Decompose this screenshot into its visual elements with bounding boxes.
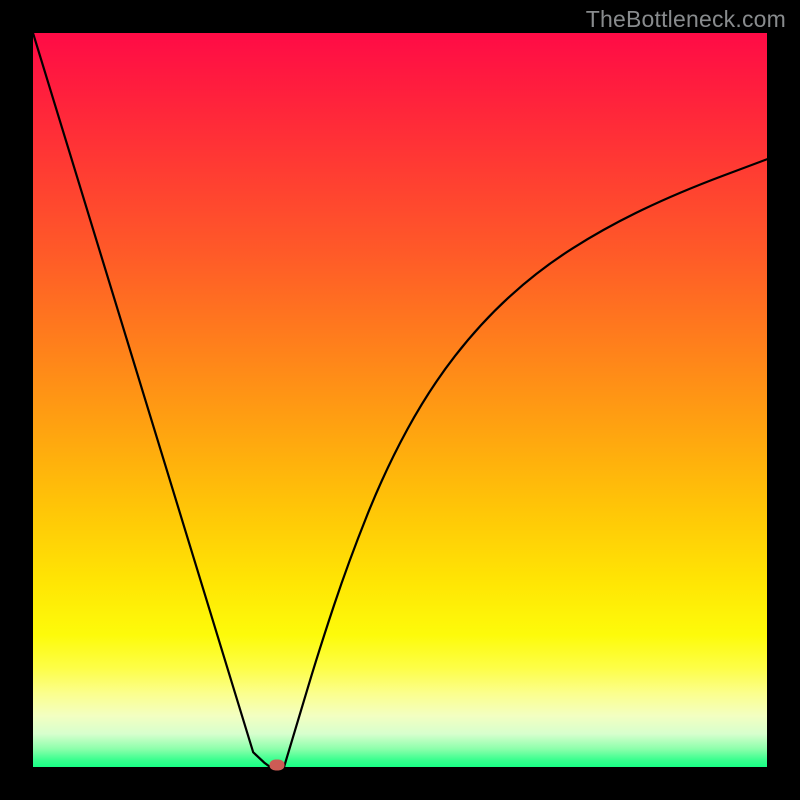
chart-stage: TheBottleneck.com [0, 0, 800, 800]
minimum-marker [269, 760, 284, 771]
curve-right-branch [284, 159, 767, 767]
watermark-text: TheBottleneck.com [586, 6, 786, 33]
plot-area [33, 33, 767, 767]
curve-left-branch [33, 33, 270, 767]
bottleneck-curve [33, 33, 767, 767]
